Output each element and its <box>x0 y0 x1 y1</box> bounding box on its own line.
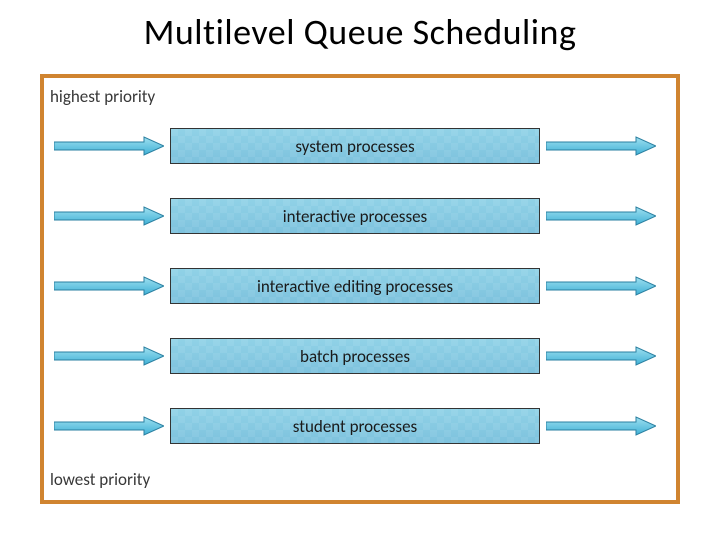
queue-box: interactive processes <box>170 198 540 234</box>
arrow-out-icon <box>546 416 656 436</box>
arrow-in-icon <box>54 416 164 436</box>
diagram-frame: highest priority system processes intera… <box>40 74 680 504</box>
arrow-out-icon <box>546 346 656 366</box>
queue-row-interactive-editing: interactive editing processes <box>44 251 676 321</box>
queue-label: interactive processes <box>283 206 427 227</box>
arrow-in-icon <box>54 136 164 156</box>
queue-row-student: student processes <box>44 391 676 461</box>
arrow-out-icon <box>546 136 656 156</box>
queue-box: student processes <box>170 408 540 444</box>
queue-box: batch processes <box>170 338 540 374</box>
slide: Multilevel Queue Scheduling highest prio… <box>0 0 720 540</box>
lowest-priority-label: lowest priority <box>44 469 676 490</box>
queue-row-interactive: interactive processes <box>44 181 676 251</box>
queue-row-system: system processes <box>44 111 676 181</box>
arrow-in-icon <box>54 206 164 226</box>
page-title: Multilevel Queue Scheduling <box>40 10 680 54</box>
arrow-in-icon <box>54 276 164 296</box>
queue-label: student processes <box>293 416 417 437</box>
arrow-out-icon <box>546 276 656 296</box>
queue-box: system processes <box>170 128 540 164</box>
queue-label: system processes <box>295 136 414 157</box>
queue-box: interactive editing processes <box>170 268 540 304</box>
arrow-in-icon <box>54 346 164 366</box>
queue-row-batch: batch processes <box>44 321 676 391</box>
highest-priority-label: highest priority <box>44 86 676 107</box>
queue-label: interactive editing processes <box>257 276 453 297</box>
queue-label: batch processes <box>300 346 410 367</box>
arrow-out-icon <box>546 206 656 226</box>
